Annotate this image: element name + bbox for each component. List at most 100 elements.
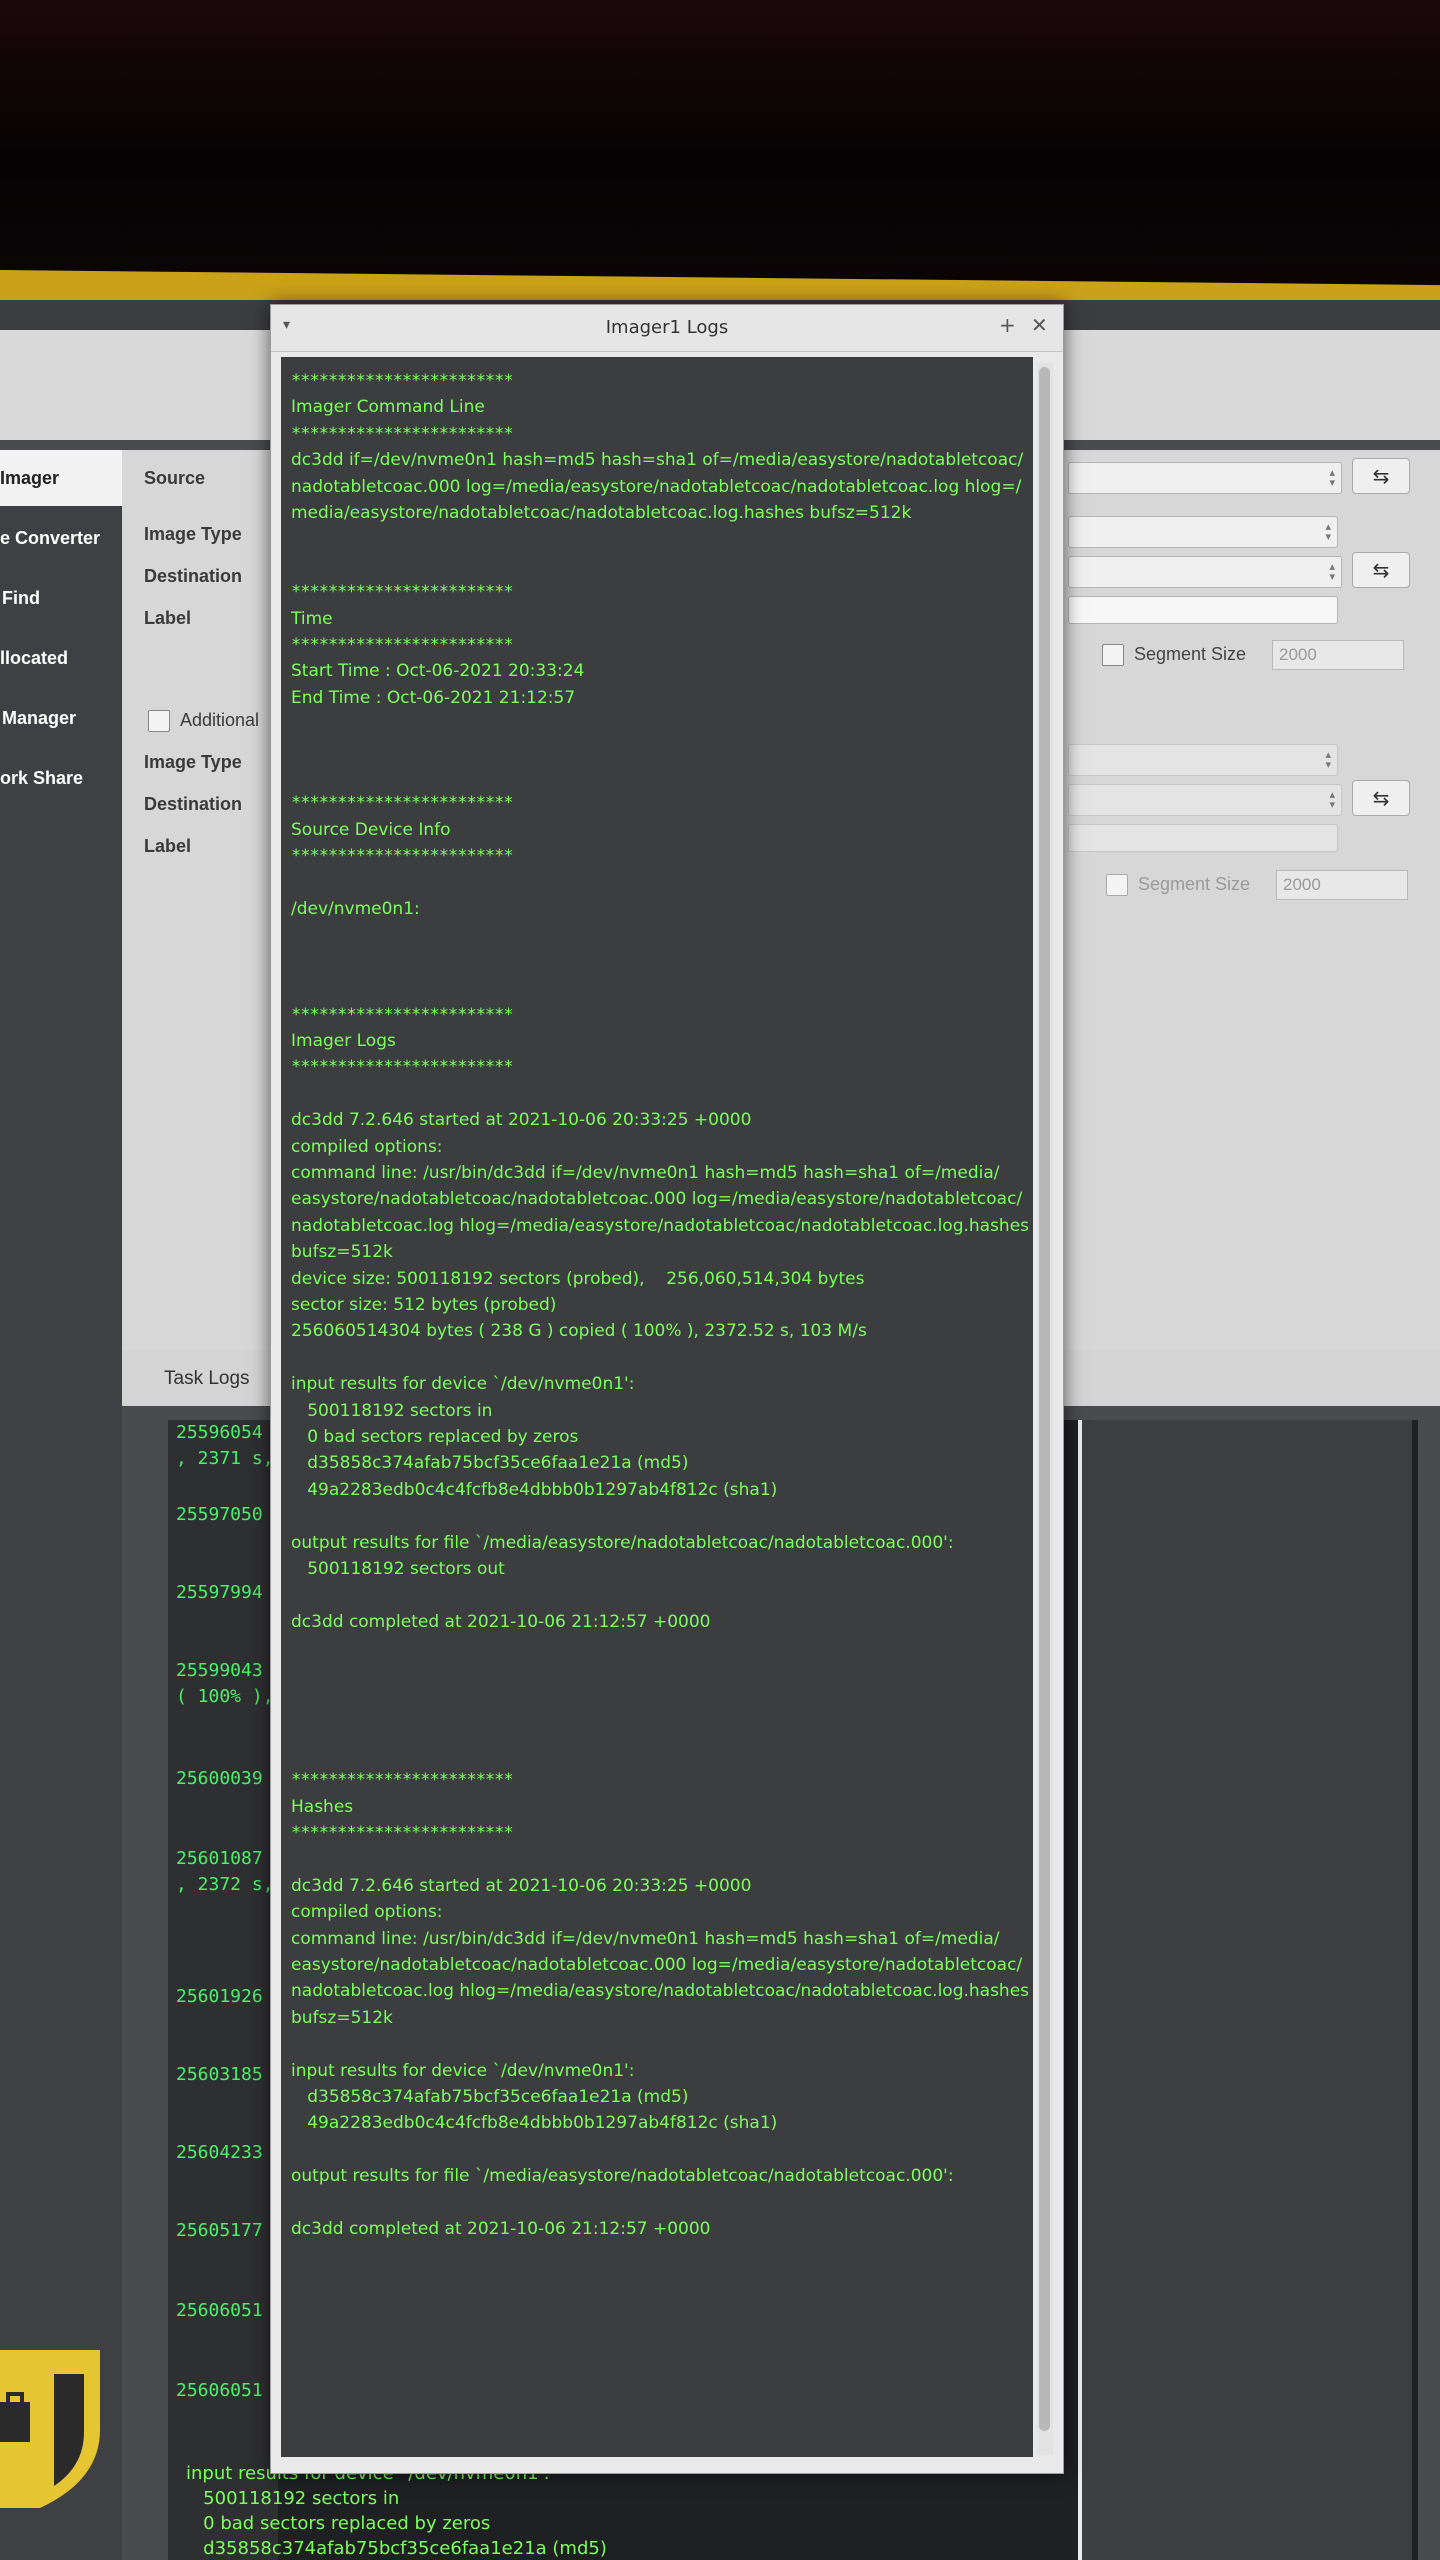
log-line: 49a2283edb0c4c4fcfb8e4dbbb0b1297ab4f812c… [291,1479,778,1500]
log-line: command line: /usr/bin/dc3dd if=/dev/nvm… [291,1163,1000,1183]
log-line: /dev/nvme0n1: [291,899,420,919]
task-log-line: 25604233 [176,2142,263,2163]
bottom-log-line: 0 bad sectors replaced by zeros [186,2513,491,2534]
sidebar-item-network-share[interactable]: ork Share [0,750,122,806]
sidebar-item-unallocated[interactable]: llocated [0,630,122,686]
log-line: dc3dd completed at 2021-10-06 21:12:57 +… [291,2219,711,2239]
log-line: dc3dd if=/dev/nvme0n1 hash=md5 hash=sha1… [291,450,1024,471]
background-dark [0,0,1440,270]
log-line: compiled options: [291,1136,443,1157]
log-line: Time [291,608,333,629]
log-line: d35858c374afab75bcf35ce6faa1e21a (md5) [291,1453,689,1474]
segment-size-input-2[interactable]: 2000 [1276,870,1408,900]
sidebar-item-manager[interactable]: Manager [0,690,124,746]
log-line: input results for device `/dev/nvme0n1': [291,1374,635,1395]
log-line: nadotabletcoac.000 log=/media/easystore/… [291,476,1022,497]
spinner-arrows-icon: ▴ ▾ [1329,788,1335,811]
log-line: ************************ [291,371,514,391]
destination-select-2[interactable]: ▴ ▾ [1068,784,1342,816]
log-line: Start Time : Oct-06-2021 20:33:24 [291,661,585,682]
tab-task-logs[interactable]: Task Logs [164,1368,250,1390]
scrollbar-thumb[interactable] [1039,367,1050,2431]
log-scrollbar[interactable] [1037,363,1053,2455]
additional-label: Additional [180,710,260,730]
task-log-line: 25599043 [176,1660,263,1681]
dialog-titlebar[interactable]: ▾ Imager1 Logs + ✕ [271,305,1063,352]
shield-logo-icon [0,2350,100,2508]
label-input[interactable] [1068,596,1338,624]
log-line: sector size: 512 bytes (probed) [291,1295,557,1315]
log-line: easystore/nadotabletcoac/nadotabletcoac.… [291,1955,1023,1975]
segment-size-label-2: Segment Size [1138,874,1251,894]
sidebar: Imager e Converter Find llocated Manager… [0,450,122,2560]
bottom-log-line: 500118192 sectors in [186,2488,400,2509]
image-type-select[interactable]: ▴ ▾ [1068,516,1338,548]
label-input-2[interactable] [1068,824,1338,852]
log-line: ************************ [291,1057,514,1078]
refresh-destination-button-2[interactable]: ⇆ [1352,780,1410,816]
task-log-line: 25597050 [176,1504,263,1525]
task-log-line: 25600039 [176,1768,263,1789]
refresh-icon: ⇆ [1372,464,1390,488]
log-line: ************************ [291,1770,514,1791]
refresh-destination-button[interactable]: ⇆ [1352,552,1410,588]
log-line: ************************ [291,1004,514,1025]
image-type-select-2[interactable]: ▴ ▾ [1068,744,1338,776]
task-log-line: , 2372 s, 10 [176,1874,278,1895]
close-icon[interactable]: ✕ [1031,313,1048,337]
log-line: dc3dd completed at 2021-10-06 21:12:57 +… [291,1611,711,1632]
sidebar-item-label: llocated [0,648,69,668]
spinner-arrows-icon: ▴ ▾ [1325,520,1331,543]
task-log-line: 25601926 [176,1986,263,2007]
task-log-line: 25601087 [176,1848,263,1869]
log-line: End Time : Oct-06-2021 21:12:57 [291,687,576,708]
log-line: 256060514304 bytes ( 238 G ) copied ( 10… [291,1321,867,1342]
log-line: nadotabletcoac.log hlog=/media/easystore… [291,1215,1030,1236]
image-type-label-2: Image Type [144,752,242,772]
refresh-source-button[interactable]: ⇆ [1352,458,1410,494]
task-logs-right-pane [1078,1420,1412,2560]
maximize-icon[interactable]: + [999,313,1016,337]
destination-label: Destination [144,566,243,586]
log-line: ************************ [291,582,514,603]
log-line: 49a2283edb0c4c4fcfb8e4dbbb0b1297ab4f812c… [291,2113,778,2134]
task-log-line: , 2371 s, 10 [176,1448,278,1469]
log-line: Hashes [291,1796,354,1817]
log-line: ************************ [291,1823,514,1843]
sidebar-item-find[interactable]: Find [0,570,124,626]
log-line: ************************ [291,793,514,814]
log-line: 500118192 sectors in [291,1400,493,1421]
bottom-log-line: d35858c374afab75bcf35ce6faa1e21a (md5) [186,2538,607,2559]
image-type-label: Image Type [144,524,242,544]
task-log-line: 25606051 [176,2380,263,2401]
additional-checkbox[interactable] [148,710,170,732]
segment-size-checkbox-2[interactable] [1106,874,1128,896]
label-label-2: Label [144,836,192,856]
source-select[interactable]: ▴ ▾ [1068,462,1342,494]
segment-size-input[interactable]: 2000 [1272,640,1404,670]
destination-label-2: Destination [144,794,243,814]
log-text-area[interactable]: ************************ Imager Command L… [281,357,1033,2457]
log-line: ************************ [291,635,514,655]
log-line: output results for file `/media/easystor… [291,1532,954,1553]
log-line: 500118192 sectors out [291,1559,505,1579]
segment-size-label: Segment Size [1134,644,1247,664]
refresh-icon: ⇆ [1372,786,1390,810]
task-log-line: 25603185 [176,2064,263,2085]
log-line: nadotabletcoac.log hlog=/media/easystore… [291,1981,1030,2002]
log-line: d35858c374afab75bcf35ce6faa1e21a (md5) [291,2087,689,2107]
task-log-line: 25597994 [176,1582,263,1603]
log-line: Imager Logs [291,1031,396,1051]
sidebar-item-converter[interactable]: e Converter [0,510,122,566]
segment-size-checkbox[interactable] [1102,644,1124,666]
log-line: bufsz=512k [291,1242,393,1263]
spinner-arrows-icon: ▴ ▾ [1325,748,1331,771]
destination-select[interactable]: ▴ ▾ [1068,556,1342,588]
sidebar-item-imager[interactable]: Imager [0,450,122,506]
log-line: bufsz=512k [291,2007,393,2028]
label-label: Label [144,608,192,628]
spinner-arrows-icon: ▴ ▾ [1329,466,1335,489]
task-log-line: 25605177 [176,2220,263,2241]
sidebar-item-label: Manager [2,708,77,728]
imager-logs-dialog: ▾ Imager1 Logs + ✕ *********************… [270,304,1064,2474]
